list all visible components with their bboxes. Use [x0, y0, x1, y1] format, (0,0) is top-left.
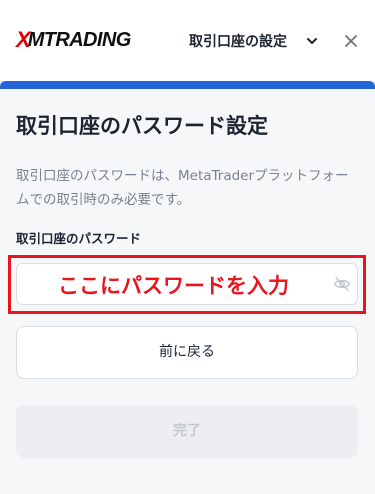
page-title: 取引口座のパスワード設定: [16, 114, 268, 138]
back-button[interactable]: 前に戻る: [16, 326, 358, 379]
chevron-down-icon[interactable]: [305, 34, 319, 48]
done-button[interactable]: 完了: [16, 405, 358, 458]
xmtrading-logo: X MTRADING: [16, 26, 131, 54]
logo-text: MTRADING: [27, 28, 132, 51]
password-label: 取引口座のパスワード: [16, 231, 142, 246]
step-title[interactable]: 取引口座の設定: [189, 31, 287, 51]
annotation-highlight-box: [8, 255, 366, 314]
progress-fill: [0, 81, 375, 89]
header: X MTRADING 取引口座の設定: [0, 0, 375, 82]
close-icon[interactable]: [341, 31, 361, 51]
main-content: 取引口座のパスワード設定 取引口座のパスワードは、MetaTraderプラットフ…: [16, 110, 359, 212]
account-setup-page: X MTRADING 取引口座の設定 取引口座のパスワード設定 取引口座のパスワー…: [0, 0, 375, 494]
description-text: 取引口座のパスワードは、MetaTraderプラットフォームでの取引時のみ必要で…: [16, 168, 349, 208]
progress-bar: [0, 81, 375, 89]
